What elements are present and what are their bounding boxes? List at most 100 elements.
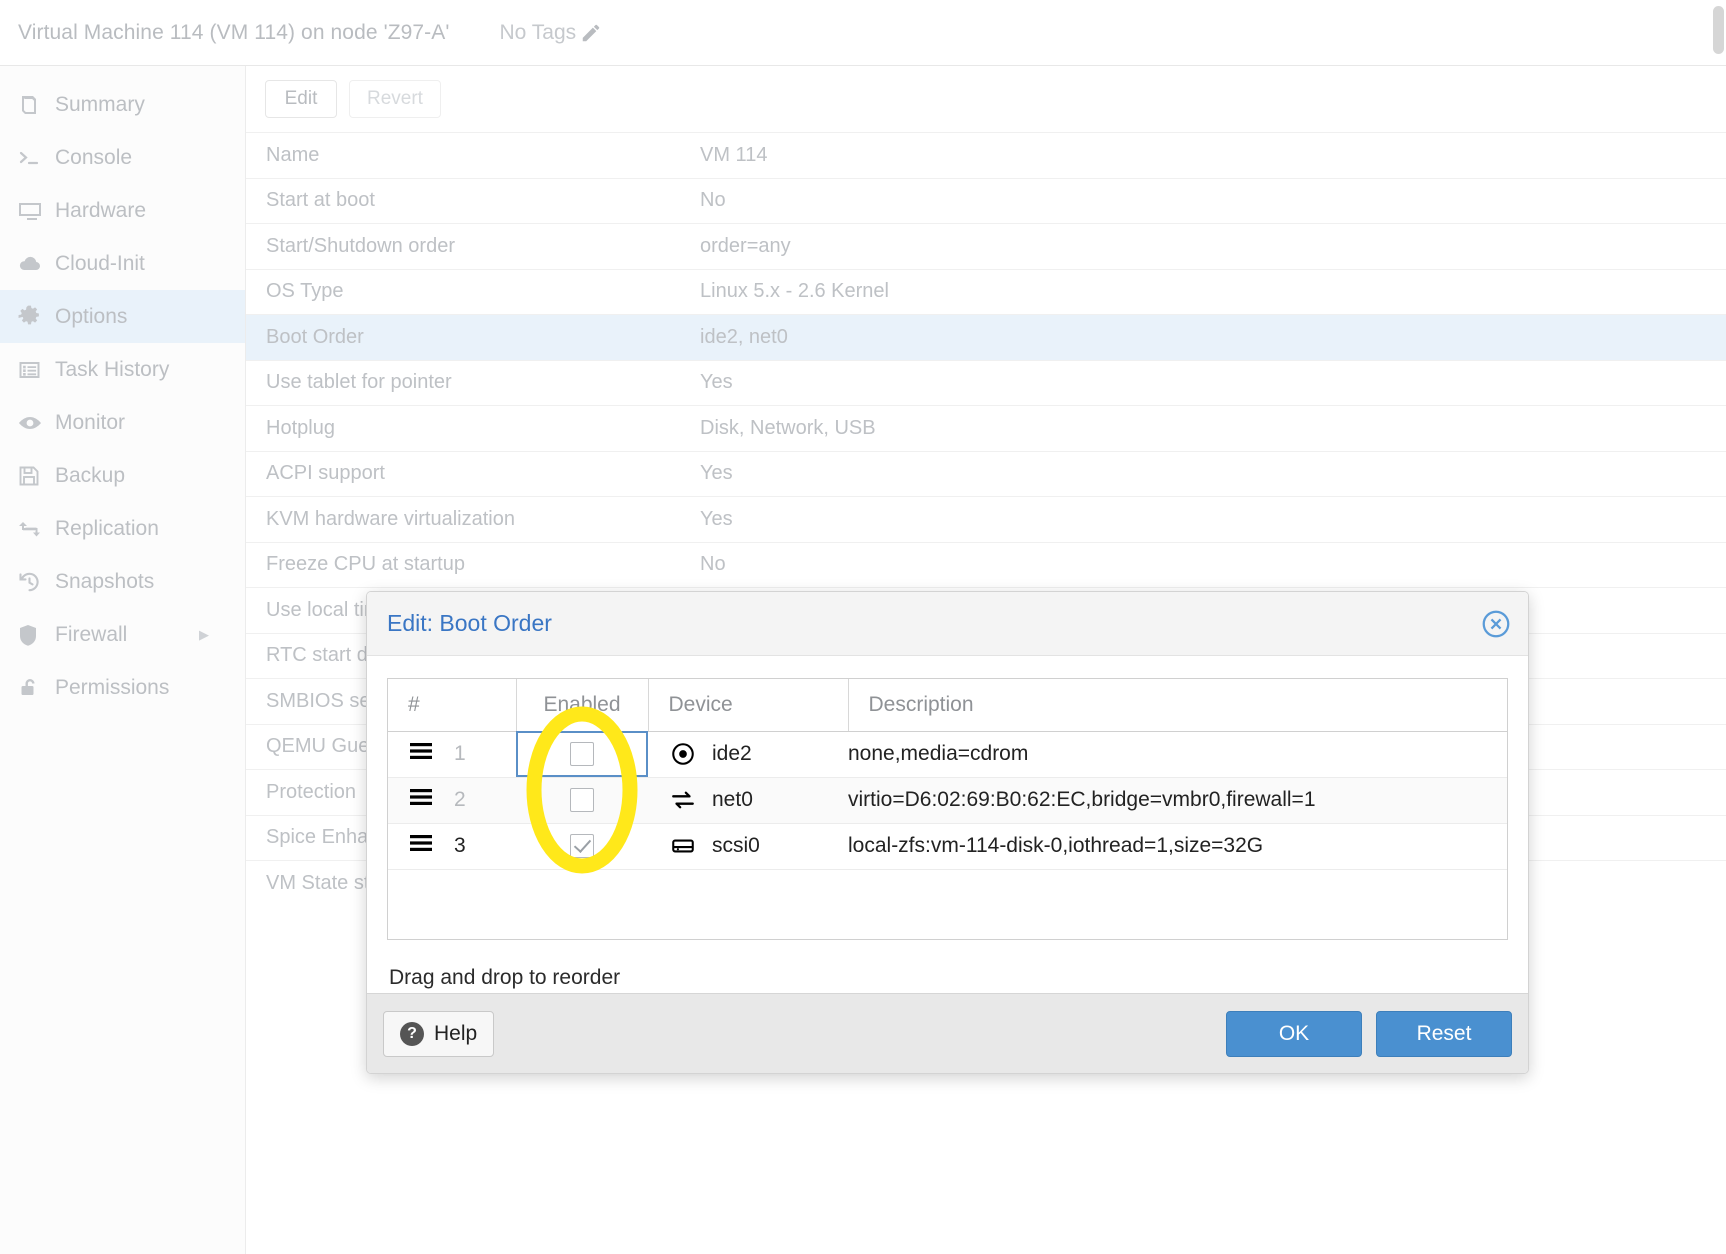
enabled-checkbox[interactable]: [570, 834, 594, 859]
edit-button[interactable]: Edit: [265, 80, 337, 118]
option-key: Start at boot: [246, 177, 698, 224]
sidebar-item-cloud-init[interactable]: Cloud-Init: [0, 237, 245, 290]
enabled-checkbox[interactable]: [570, 742, 594, 767]
option-key: KVM hardware virtualization: [246, 496, 698, 542]
sidebar-item-label: Firewall: [55, 622, 128, 646]
boot-row-net0[interactable]: 2 net0 virtio=D6:02:69:B0:62:EC,bridge=v…: [388, 777, 1507, 824]
revert-button[interactable]: Revert: [349, 80, 441, 118]
boot-row-device: scsi0: [712, 834, 760, 857]
reorder-hint: Drag and drop to reorder: [389, 966, 621, 989]
boot-row-device-cell: scsi0: [648, 823, 848, 870]
monitor-icon: [17, 199, 47, 223]
floppy-icon: [17, 464, 47, 488]
option-key: ACPI support: [246, 450, 698, 497]
boot-row-description: local-zfs:vm-114-disk-0,iothread=1,size=…: [848, 823, 1507, 870]
reset-button[interactable]: Reset: [1376, 1010, 1512, 1057]
table-row[interactable]: ACPI support Yes: [246, 450, 1726, 497]
option-key: Start/Shutdown order: [246, 223, 698, 269]
sidebar-item-firewall[interactable]: Firewall ▶: [0, 608, 245, 661]
dialog-header: Edit: Boot Order: [367, 592, 1528, 656]
list-icon: [17, 358, 47, 382]
sidebar-item-replication[interactable]: Replication: [0, 502, 245, 555]
column-header-device[interactable]: Device: [648, 679, 849, 732]
boot-row-index: 1: [454, 742, 466, 765]
option-key: Boot Order: [246, 314, 698, 360]
sidebar-item-options[interactable]: Options: [0, 290, 245, 343]
table-row[interactable]: Start/Shutdown order order=any: [246, 223, 1726, 269]
sidebar-item-monitor[interactable]: Monitor: [0, 396, 245, 449]
boot-row-device-cell: ide2: [648, 731, 848, 778]
option-value: ide2, net0: [698, 314, 1726, 360]
sidebar-item-backup[interactable]: Backup: [0, 449, 245, 502]
sidebar-nav: Summary Console Hardware Cloud-Init Opti: [0, 66, 246, 1254]
tags-area[interactable]: No Tags: [500, 21, 603, 45]
sidebar-item-task-history[interactable]: Task History: [0, 343, 245, 396]
drag-handle-icon[interactable]: [410, 834, 432, 858]
column-header-enabled[interactable]: Enabled: [516, 679, 649, 732]
table-row[interactable]: Freeze CPU at startup No: [246, 541, 1726, 588]
question-mark-icon: ?: [400, 1021, 424, 1046]
option-value: Yes: [698, 359, 1726, 406]
dialog-title: Edit: Boot Order: [387, 610, 552, 636]
boot-row-device-cell: net0: [648, 777, 848, 824]
option-value: Yes: [698, 496, 1726, 542]
boot-row-scsi0[interactable]: 3 scsi0 local-zfs:vm-114-disk-0,iothread…: [388, 823, 1507, 870]
boot-row-index-cell: 1: [388, 731, 516, 778]
boot-row-enabled-cell[interactable]: [516, 777, 648, 824]
boot-row-index: 2: [454, 788, 466, 811]
sidebar-item-permissions[interactable]: Permissions: [0, 661, 245, 714]
terminal-icon: [17, 146, 47, 170]
table-row[interactable]: Name VM 114: [246, 132, 1726, 178]
sidebar-item-label: Permissions: [55, 675, 170, 699]
table-row[interactable]: Hotplug Disk, Network, USB: [246, 405, 1726, 451]
eye-icon: [17, 411, 47, 435]
drag-handle-icon[interactable]: [410, 742, 432, 766]
vertical-scrollbar[interactable]: [1713, 6, 1724, 54]
option-key: Name: [246, 132, 698, 178]
table-row-boot-order[interactable]: Boot Order ide2, net0: [246, 314, 1726, 360]
option-key: Use tablet for pointer: [246, 359, 698, 406]
ok-button[interactable]: OK: [1226, 1010, 1362, 1057]
grid-header-row: # Enabled Device Description: [388, 679, 1507, 732]
options-toolbar: Edit Revert: [246, 66, 1726, 132]
gear-icon: [17, 305, 47, 329]
cloud-icon: [17, 252, 47, 276]
sidebar-item-snapshots[interactable]: Snapshots: [0, 555, 245, 608]
enabled-checkbox[interactable]: [570, 788, 594, 813]
drag-handle-icon[interactable]: [410, 788, 432, 812]
page-title: Virtual Machine 114 (VM 114) on node 'Z9…: [18, 20, 450, 44]
column-header-index[interactable]: #: [388, 679, 517, 732]
close-icon[interactable]: [1480, 608, 1512, 640]
boot-row-enabled-cell[interactable]: [516, 731, 648, 778]
option-value: order=any: [698, 223, 1726, 269]
sidebar-item-label: Hardware: [55, 198, 147, 222]
sidebar-item-label: Backup: [55, 463, 126, 487]
dialog-footer: ? Help OK Reset: [367, 993, 1528, 1073]
sidebar-item-console[interactable]: Console: [0, 131, 245, 184]
sidebar-item-label: Console: [55, 145, 133, 169]
table-row[interactable]: KVM hardware virtualization Yes: [246, 496, 1726, 542]
replication-icon: [17, 517, 47, 541]
column-header-description[interactable]: Description: [848, 679, 1507, 732]
table-row[interactable]: Use tablet for pointer Yes: [246, 359, 1726, 406]
boot-row-enabled-cell[interactable]: [516, 823, 648, 870]
sidebar-item-hardware[interactable]: Hardware: [0, 184, 245, 237]
sidebar-item-summary[interactable]: Summary: [0, 78, 245, 131]
option-value: Linux 5.x - 2.6 Kernel: [698, 268, 1726, 315]
help-button[interactable]: ? Help: [383, 1010, 495, 1057]
sidebar-item-label: Options: [55, 304, 128, 328]
proxmox-vm-options-page: Virtual Machine 114 (VM 114) on node 'Z9…: [0, 0, 1726, 1254]
option-value: No: [698, 541, 1726, 588]
boot-order-grid: # Enabled Device Description 1 ide2 none…: [387, 678, 1508, 940]
pencil-icon[interactable]: [580, 22, 602, 44]
table-row[interactable]: OS Type Linux 5.x - 2.6 Kernel: [246, 268, 1726, 315]
boot-row-ide2[interactable]: 1 ide2 none,media=cdrom: [388, 731, 1507, 778]
boot-order-table: # Enabled Device Description 1 ide2 none…: [388, 679, 1507, 870]
history-icon: [17, 570, 47, 594]
harddisk-icon: [670, 833, 696, 859]
option-value: No: [698, 177, 1726, 224]
boot-row-index-cell: 2: [388, 777, 516, 824]
table-row[interactable]: Start at boot No: [246, 177, 1726, 224]
boot-row-device: net0: [712, 788, 753, 811]
sidebar-item-label: Snapshots: [55, 569, 155, 593]
